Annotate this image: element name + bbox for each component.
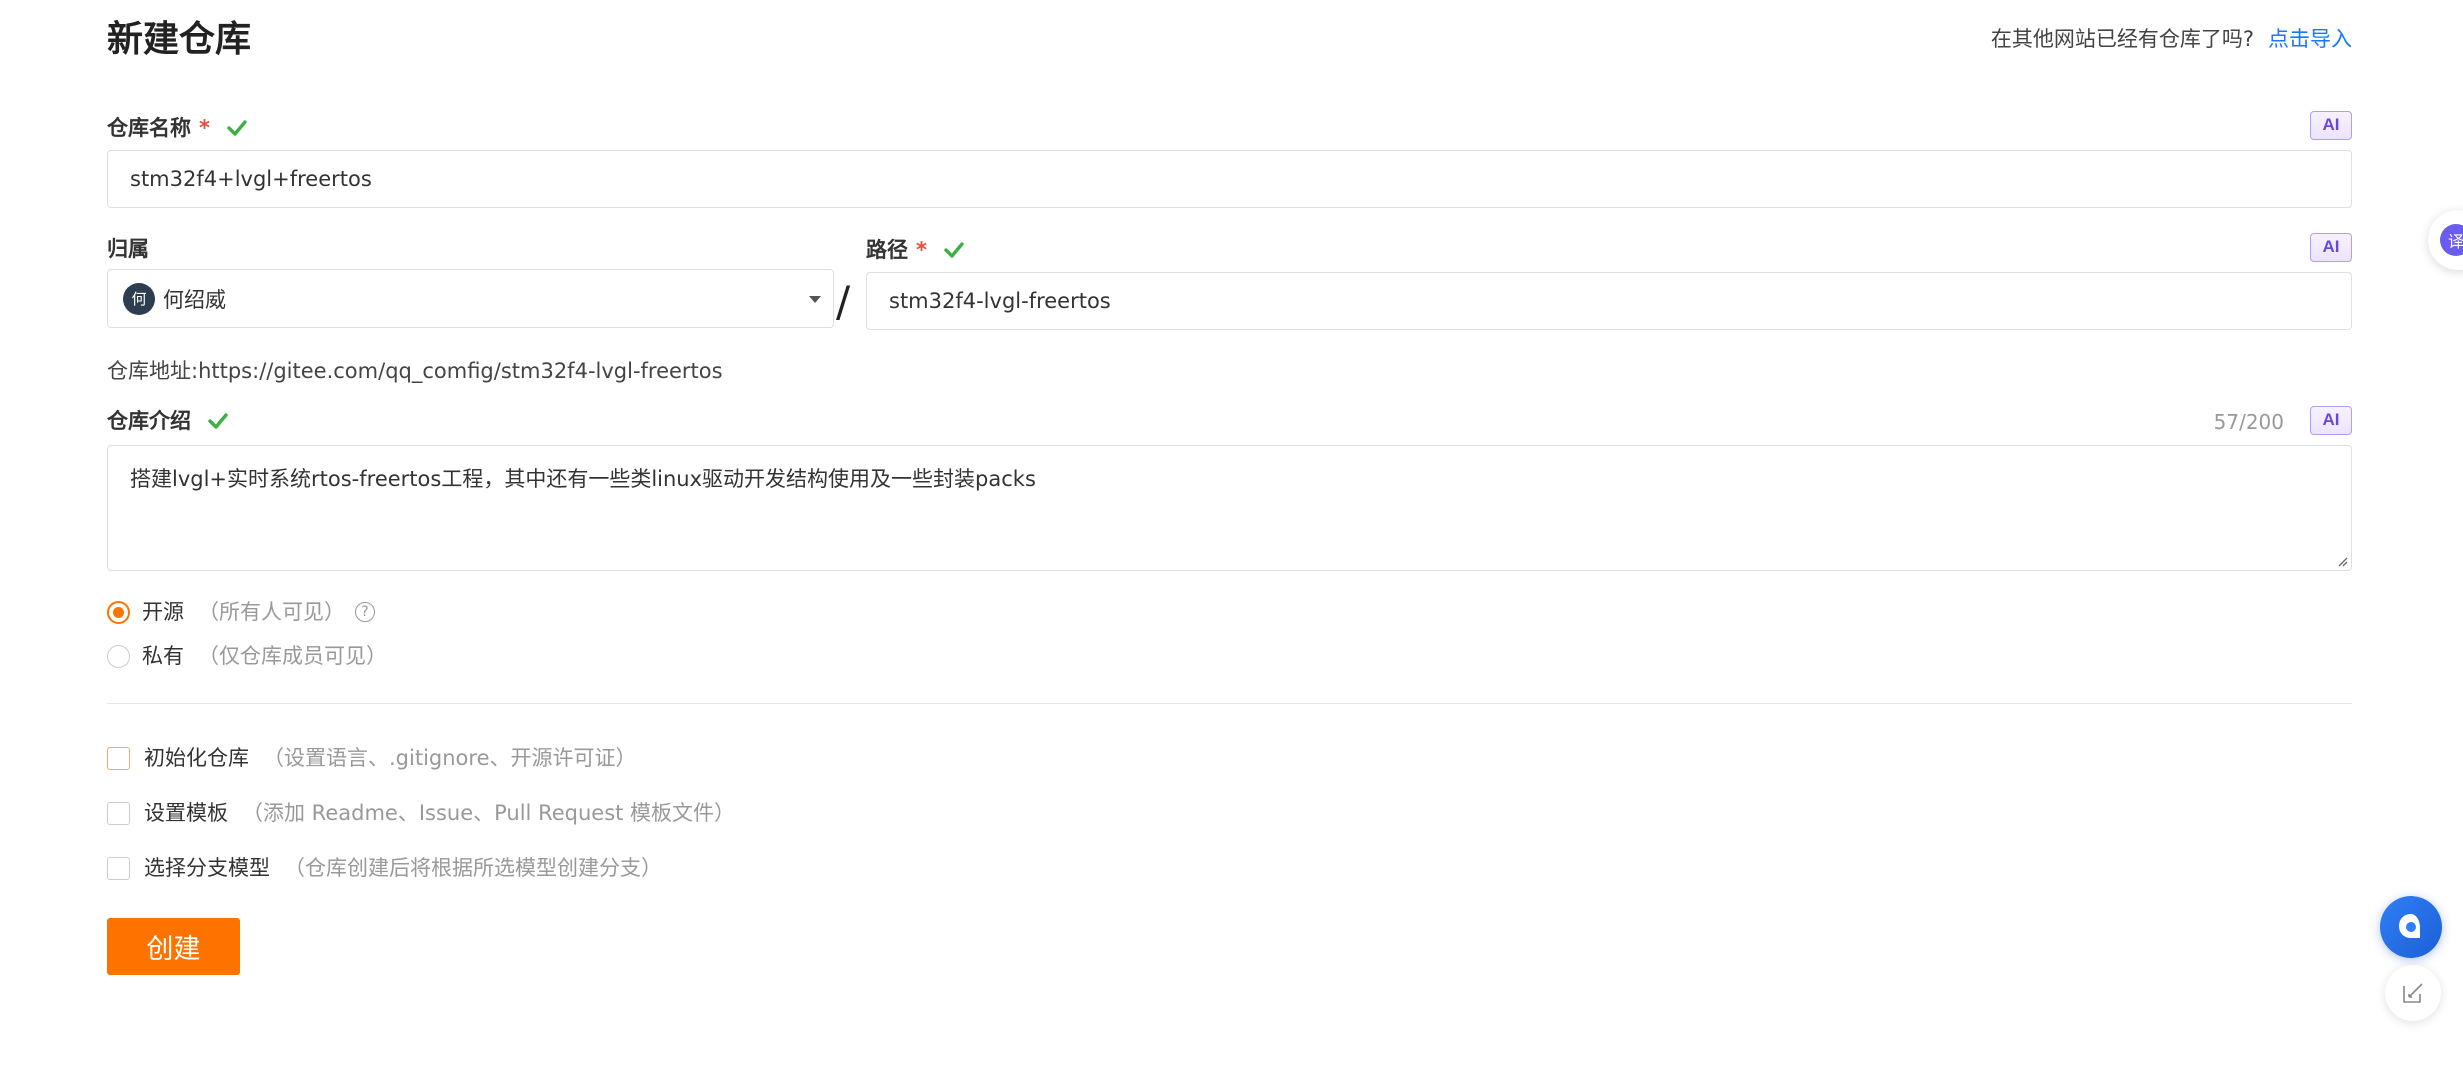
ai-badge-path[interactable]: AI [2310, 233, 2352, 262]
page-title: 新建仓库 [107, 19, 252, 60]
path-input[interactable]: stm32f4-lvgl-freertos [866, 272, 2352, 330]
edit-icon [2403, 983, 2423, 1003]
required-mark: * [916, 238, 927, 262]
checkbox-init-repo[interactable] [107, 746, 130, 770]
description-counter: 57/200 [2213, 410, 2284, 434]
repo-name-value: stm32f4+lvgl+freertos [130, 167, 372, 191]
description-label-text: 仓库介绍 [107, 409, 191, 433]
owner-label-text: 归属 [107, 237, 149, 261]
translate-icon: 译 [2440, 224, 2463, 256]
check-icon [227, 120, 247, 136]
description-value: 搭建lvgl+实时系统rtos-freertos工程，其中还有一些类linux驱… [130, 467, 1036, 491]
radio-open-source-control[interactable] [107, 600, 130, 624]
radio-private[interactable]: 私有 （仅仓库成员可见） [107, 641, 387, 671]
path-label-text: 路径 [866, 238, 908, 262]
avatar: 何 [123, 282, 155, 315]
radio-private-control[interactable] [107, 644, 130, 668]
option-branch-model[interactable]: 选择分支模型 （仓库创建后将根据所选模型创建分支） [107, 853, 662, 883]
repo-name-input[interactable]: stm32f4+lvgl+freertos [107, 150, 2352, 208]
assistant-float-button[interactable] [2380, 896, 2442, 958]
option-branch-model-label: 选择分支模型 [144, 856, 270, 880]
help-icon[interactable]: ? [355, 602, 375, 622]
radio-open-source[interactable]: 开源 （所有人可见） ? [107, 597, 375, 627]
description-textarea[interactable]: 搭建lvgl+实时系统rtos-freertos工程，其中还有一些类linux驱… [107, 445, 2352, 571]
assistant-icon [2399, 914, 2420, 938]
option-branch-model-hint: （仓库创建后将根据所选模型创建分支） [284, 856, 662, 880]
radio-private-hint: （仅仓库成员可见） [198, 644, 387, 668]
divider [107, 703, 2352, 704]
radio-private-label: 私有 [142, 644, 184, 668]
owner-value: 何绍威 [163, 287, 226, 312]
ai-badge-repo-name[interactable]: AI [2310, 111, 2352, 140]
chevron-down-icon [809, 296, 821, 303]
owner-label: 归属 [107, 234, 149, 264]
resize-grip-icon[interactable] [2336, 555, 2348, 567]
option-template-hint: （添加 Readme、Issue、Pull Request 模板文件） [242, 801, 736, 825]
repo-name-label: 仓库名称 * [107, 113, 248, 143]
option-template-label: 设置模板 [144, 801, 228, 825]
option-init-repo-hint: （设置语言、.gitignore、开源许可证） [263, 746, 637, 770]
ai-badge-description[interactable]: AI [2310, 406, 2352, 435]
path-label: 路径 * [866, 235, 965, 265]
translate-tab[interactable]: 译 [2428, 210, 2463, 270]
import-hint: 在其他网站已经有仓库了吗? 点击导入 [1991, 24, 2352, 54]
radio-open-source-label: 开源 [142, 600, 184, 624]
import-link[interactable]: 点击导入 [2268, 27, 2352, 51]
option-init-repo-label: 初始化仓库 [144, 746, 249, 770]
repo-name-label-text: 仓库名称 [107, 116, 191, 140]
checkbox-template[interactable] [107, 801, 130, 825]
option-template[interactable]: 设置模板 （添加 Readme、Issue、Pull Request 模板文件） [107, 798, 735, 828]
check-icon [944, 242, 964, 258]
create-button[interactable]: 创建 [107, 918, 240, 975]
path-value: stm32f4-lvgl-freertos [889, 289, 1111, 313]
feedback-button[interactable] [2385, 965, 2441, 1021]
radio-open-source-hint: （所有人可见） [198, 600, 345, 624]
check-icon [208, 413, 228, 429]
path-separator: / [836, 277, 851, 326]
option-init-repo[interactable]: 初始化仓库 （设置语言、.gitignore、开源许可证） [107, 743, 637, 773]
import-hint-text: 在其他网站已经有仓库了吗? [1990, 27, 2254, 51]
owner-select[interactable]: 何 何绍威 [107, 269, 834, 328]
checkbox-branch-model[interactable] [107, 856, 130, 880]
repo-url: 仓库地址:https://gitee.com/qq_comfig/stm32f4… [107, 359, 723, 383]
description-label: 仓库介绍 [107, 406, 229, 436]
required-mark: * [199, 116, 210, 140]
